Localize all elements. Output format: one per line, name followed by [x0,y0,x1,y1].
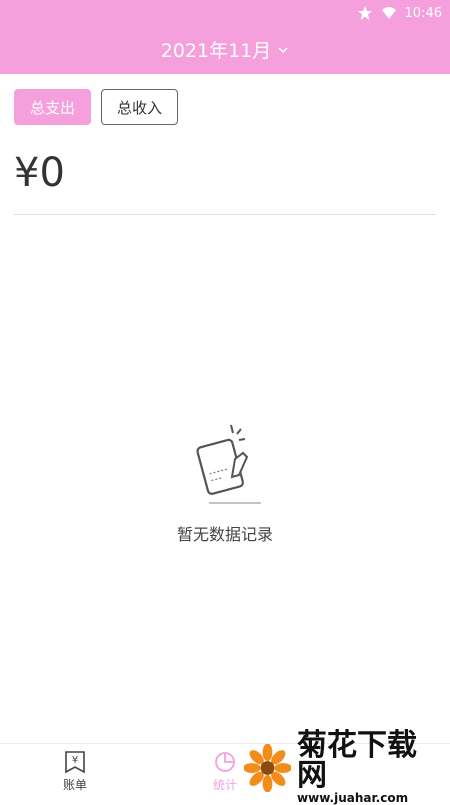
watermark-url: www.juahar.com [297,791,409,805]
tab-total-income[interactable]: 总收入 [101,89,179,125]
nav-bill-label: 账单 [62,778,87,792]
month-label: 2021年11月 [160,40,272,62]
chevron-down-icon [278,46,288,53]
status-time: 10:46 [404,5,442,21]
empty-state: 暂无数据记录 [0,415,450,545]
svg-text:¥: ¥ [72,755,78,766]
empty-notebook-icon [196,424,261,504]
nav-bill[interactable]: ¥ 账单 [45,750,105,793]
type-tabs: 总支出 总收入 [14,89,179,125]
bill-icon: ¥ [65,751,85,774]
month-selector[interactable]: 2021年11月 [0,36,450,63]
app-header: 10:46 2021年11月 [0,0,450,74]
divider [14,214,436,215]
watermark: 菊花下载网 www.juahar.com [244,731,444,805]
star-icon [357,6,372,20]
nav-statistics-label: 统计 [212,778,237,792]
flower-logo-icon [244,744,292,792]
watermark-title: 菊花下载网 [297,728,418,793]
total-amount: ¥0 [14,150,65,196]
status-bar: 10:46 [357,4,442,22]
tab-total-expense[interactable]: 总支出 [14,89,92,125]
pie-chart-icon [215,752,235,772]
empty-state-text: 暂无数据记录 [176,525,273,544]
wifi-icon [381,7,396,19]
watermark-text: 菊花下载网 www.juahar.com [297,731,444,805]
